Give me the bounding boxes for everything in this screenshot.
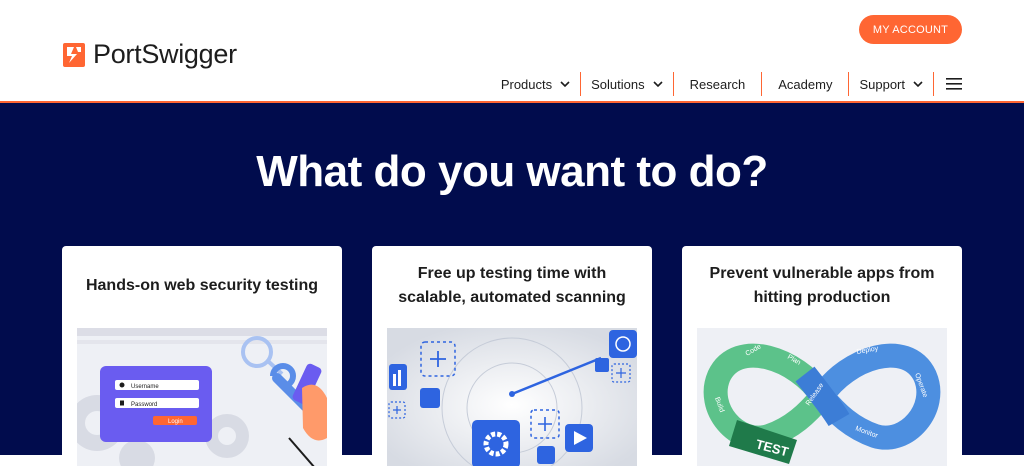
card-title: Hands-on web security testing [85, 277, 319, 294]
brand-name: PortSwigger [93, 39, 237, 69]
portswigger-logo[interactable]: PortSwigger [63, 39, 237, 70]
chevron-down-icon [560, 81, 570, 88]
nav-products[interactable]: Products [500, 72, 582, 96]
nav-support-label: Support [859, 76, 905, 92]
nav-research-label: Research [689, 76, 746, 92]
nav-academy-label: Academy [778, 76, 833, 92]
chevron-down-icon [913, 81, 923, 88]
nav-products-label: Products [500, 76, 553, 92]
card-automated-scanning[interactable]: Free up testing time with scalable, auto… [372, 246, 652, 466]
menu-button[interactable] [934, 78, 962, 90]
username-label: Username [131, 384, 159, 390]
login-illustration: Username Password Login [77, 328, 327, 466]
nav-solutions-label: Solutions [591, 76, 645, 92]
hero-section: What do you want to do? Hands-on web sec… [0, 103, 1024, 466]
login-label: Login [168, 419, 183, 425]
nav-solutions[interactable]: Solutions [581, 72, 674, 96]
nav-research[interactable]: Research [674, 72, 763, 96]
my-account-button[interactable]: MY ACCOUNT [859, 15, 962, 44]
scanning-illustration [387, 328, 637, 466]
card-title: Prevent vulnerable apps from hitting pro… [709, 265, 935, 306]
devops-loop-illustration: Code Plan Release Deploy Operate Monitor… [697, 328, 947, 466]
card-web-security-testing[interactable]: Hands-on web security testing Username P… [62, 246, 342, 466]
hamburger-menu-icon [946, 78, 962, 90]
chevron-down-icon [653, 81, 663, 88]
site-header: PortSwigger MY ACCOUNT Products Solution… [0, 0, 1024, 103]
card-title: Free up testing time with scalable, auto… [398, 265, 626, 306]
hero-title: What do you want to do? [256, 147, 768, 196]
nav-academy[interactable]: Academy [762, 72, 850, 96]
password-label: Password [131, 402, 157, 408]
card-prevent-vulnerable-apps[interactable]: Prevent vulnerable apps from hitting pro… [682, 246, 962, 466]
portswigger-logo-icon [63, 42, 85, 67]
main-nav: Products Solutions Research Academy Supp… [501, 72, 962, 96]
nav-support[interactable]: Support [849, 72, 934, 96]
